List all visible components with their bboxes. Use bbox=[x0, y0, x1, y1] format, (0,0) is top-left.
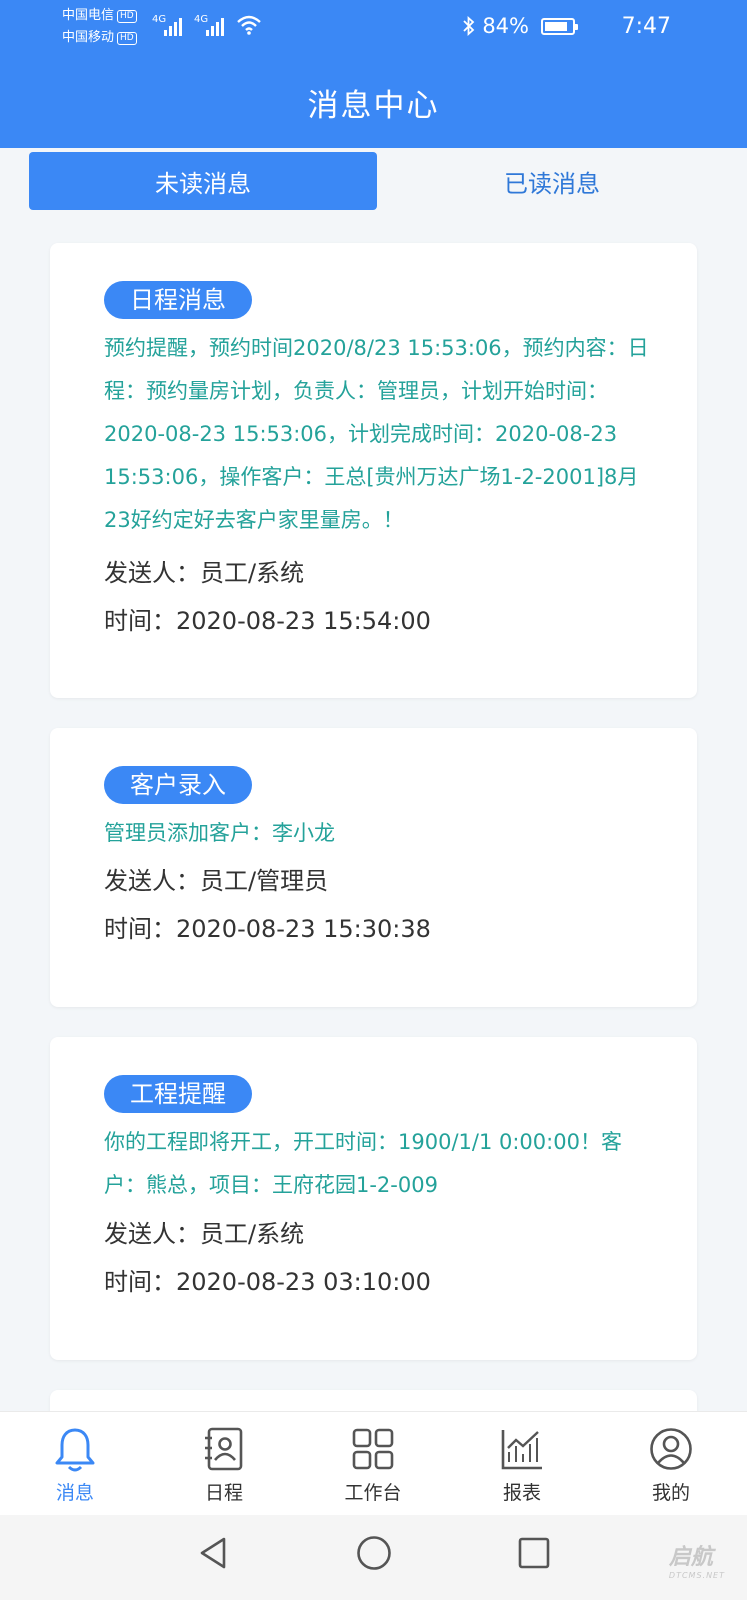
message-time: 时间：2020-08-23 03:10:00 bbox=[104, 1268, 431, 1296]
tab-bar-item-profile[interactable]: 我的 bbox=[611, 1412, 731, 1516]
message-sender: 发送人：员工/系统 bbox=[104, 1220, 305, 1248]
message-card[interactable]: 日程消息 预约提醒，预约时间2020/8/23 15:53:06，预约内容：日程… bbox=[50, 243, 697, 698]
message-tabs: 未读消息 已读消息 bbox=[0, 148, 747, 220]
tab-bar-label: 工作台 bbox=[344, 1482, 402, 1504]
battery-fill bbox=[545, 21, 567, 31]
tab-bar-label: 日程 bbox=[204, 1482, 243, 1504]
watermark-text: 启航 bbox=[668, 1545, 713, 1570]
bluetooth-icon bbox=[463, 15, 475, 37]
tab-bar-item-reports[interactable]: 报表 bbox=[462, 1412, 582, 1516]
tab-bar-item-messages[interactable]: 消息 bbox=[15, 1412, 135, 1516]
tab-bar-item-workbench[interactable]: 工作台 bbox=[313, 1412, 433, 1516]
carrier-telecom-label: 中国电信 bbox=[62, 8, 115, 23]
watermark-subtext: DTCMS.NET bbox=[668, 1571, 725, 1580]
tab-bar-item-schedule[interactable]: 日程 bbox=[164, 1412, 284, 1516]
contact-book-icon bbox=[205, 1427, 243, 1471]
hd-badge: HD bbox=[117, 32, 137, 45]
page-title: 消息中心 bbox=[307, 88, 440, 124]
message-card[interactable]: 工程提醒 你的工程即将开工，开工时间：1900/1/1 0:00:00！客户：熊… bbox=[50, 1037, 697, 1360]
carrier-mobile: 中国移动 HD bbox=[62, 30, 137, 46]
tab-unread[interactable]: 未读消息 bbox=[29, 152, 377, 210]
battery-status: 84% bbox=[462, 14, 578, 38]
system-nav-bar: 启航 DTCMS.NET bbox=[0, 1515, 747, 1600]
message-content: 预约提醒，预约时间2020/8/23 15:53:06，预约内容：日程：预约量房… bbox=[104, 336, 649, 532]
status-bar: 中国电信 HD 中国移动 HD 4G 4G 84% 7:47 bbox=[0, 0, 747, 56]
recents-icon[interactable] bbox=[514, 1533, 554, 1573]
message-content: 你的工程即将开工，开工时间：1900/1/1 0:00:00！客户：熊总，项目：… bbox=[104, 1130, 622, 1197]
home-icon[interactable] bbox=[354, 1533, 394, 1573]
grid-icon bbox=[352, 1428, 394, 1470]
bottom-tab-bar: 消息 日程 工作台 报表 我的 bbox=[0, 1411, 747, 1515]
carrier-mobile-label: 中国移动 bbox=[62, 30, 115, 45]
watermark-logo: 启航 DTCMS.NET bbox=[669, 1539, 725, 1580]
signal-icon bbox=[164, 14, 182, 36]
message-time: 时间：2020-08-23 15:54:00 bbox=[104, 607, 431, 635]
back-icon[interactable] bbox=[194, 1533, 234, 1573]
message-category-badge: 日程消息 bbox=[104, 281, 252, 319]
message-sender: 发送人：员工/管理员 bbox=[104, 867, 329, 895]
message-category-badge: 客户录入 bbox=[104, 766, 252, 804]
hd-badge: HD bbox=[117, 10, 137, 23]
tab-read[interactable]: 已读消息 bbox=[378, 152, 726, 210]
message-category-badge: 工程提醒 bbox=[104, 1075, 252, 1113]
user-icon bbox=[650, 1428, 692, 1470]
bell-icon bbox=[55, 1428, 95, 1472]
tab-bar-label: 消息 bbox=[55, 1482, 94, 1504]
clock: 7:47 bbox=[621, 14, 671, 39]
message-sender: 发送人：员工/系统 bbox=[104, 559, 305, 587]
signal-icon bbox=[206, 14, 224, 36]
app-header: 中国电信 HD 中国移动 HD 4G 4G 84% 7:47 消息中心 bbox=[0, 0, 747, 148]
message-card[interactable]: 客户录入 管理员添加客户：李小龙 发送人：员工/管理员 时间：2020-08-2… bbox=[50, 728, 697, 1007]
battery-icon bbox=[541, 17, 578, 35]
carrier-telecom: 中国电信 HD bbox=[62, 8, 137, 24]
wifi-icon bbox=[237, 15, 261, 35]
tab-bar-label: 报表 bbox=[502, 1482, 541, 1504]
chart-icon bbox=[501, 1430, 542, 1470]
tab-bar-label: 我的 bbox=[651, 1482, 690, 1504]
message-content: 管理员添加客户：李小龙 bbox=[104, 821, 335, 845]
battery-percent: 84% bbox=[482, 14, 529, 38]
message-time: 时间：2020-08-23 15:30:38 bbox=[104, 915, 431, 943]
